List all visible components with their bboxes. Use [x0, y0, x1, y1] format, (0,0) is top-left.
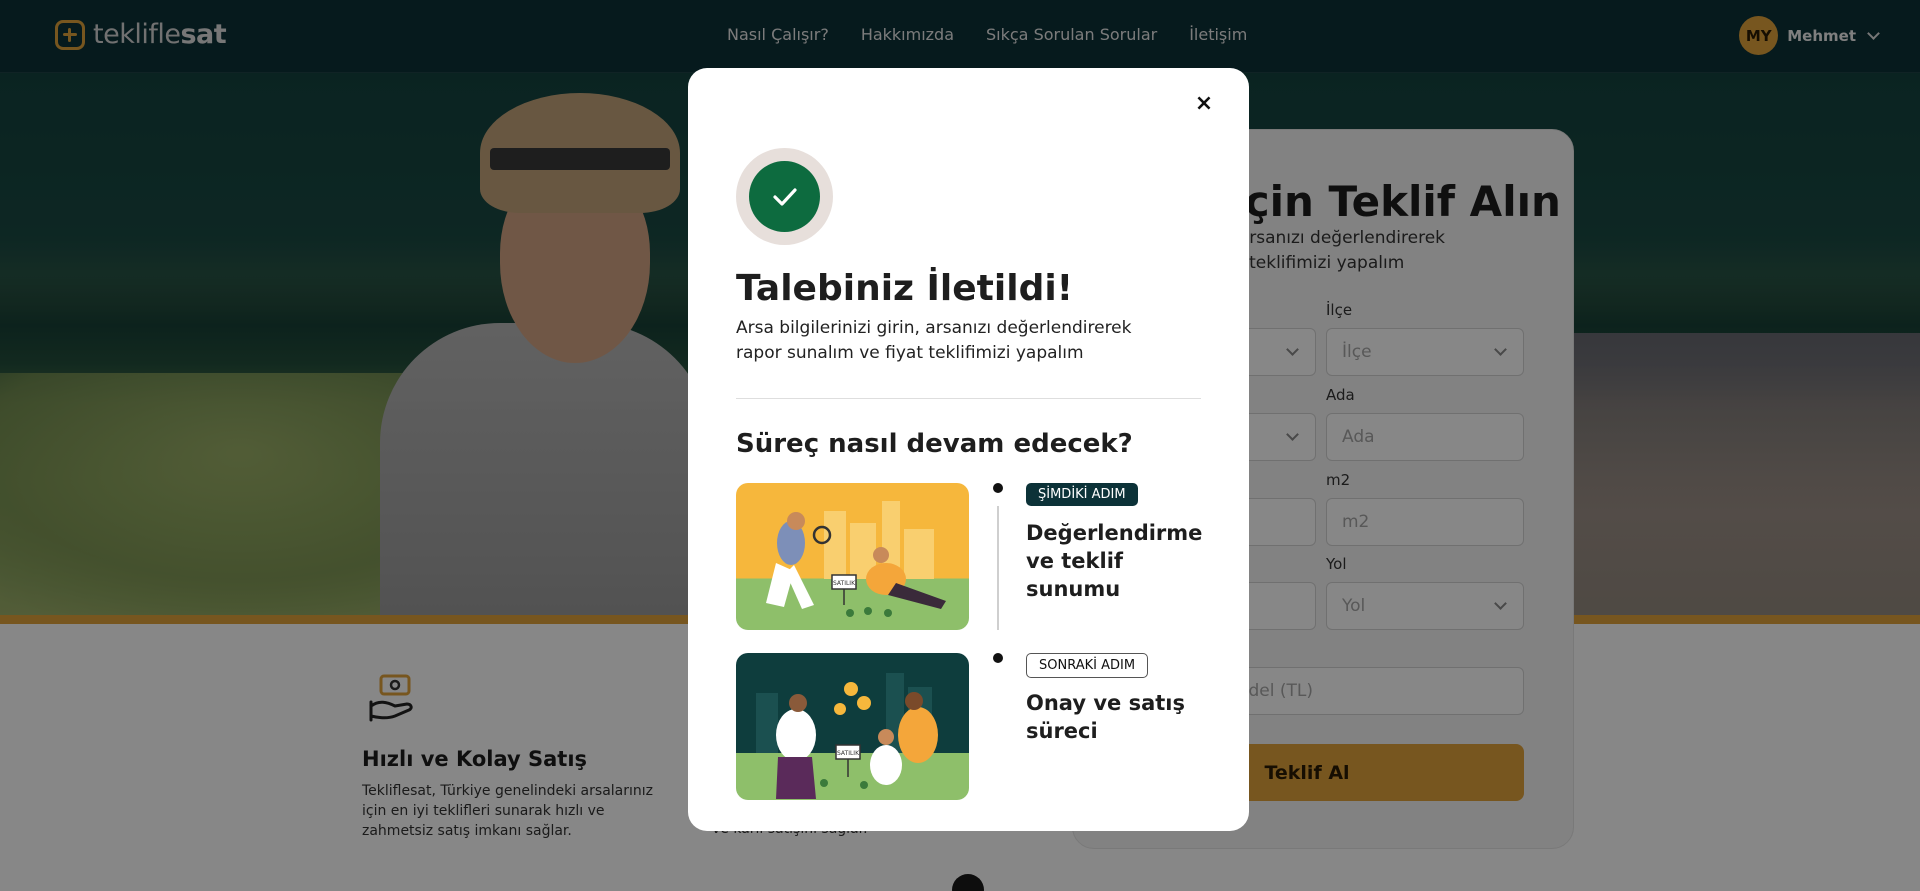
timeline-dot-next	[993, 653, 1003, 663]
timeline-dot-current	[993, 483, 1003, 493]
evaluation-illustration: SATILIK	[736, 483, 969, 630]
close-button[interactable]: ×	[1193, 93, 1215, 115]
evaluation-scene: SATILIK	[766, 501, 946, 617]
modal-divider	[736, 398, 1201, 399]
success-badge	[736, 148, 833, 245]
modal-title: Talebiniz İletildi!	[736, 268, 1074, 309]
sign-text: SATILIK	[833, 580, 856, 587]
check-icon	[749, 161, 820, 232]
next-step-title: Onay ve satış süreci	[1026, 691, 1185, 743]
next-step-badge: SONRAKİ ADIM	[1026, 653, 1149, 678]
process-title: Süreç nasıl devam edecek?	[736, 429, 1133, 459]
timeline-line	[997, 506, 999, 630]
success-modal: × Talebiniz İletildi! Arsa bilgilerinizi…	[688, 68, 1249, 831]
current-step-badge: ŞİMDİKİ ADIM	[1026, 483, 1138, 506]
modal-description: Arsa bilgilerinizi girin, arsanızı değer…	[736, 318, 1132, 363]
sign-text: SATILIK	[837, 750, 860, 757]
current-step-title: Değerlendirme ve teklif sunumu	[1026, 521, 1203, 601]
checkmark-glyph	[772, 187, 797, 206]
approval-scene: SATILIK	[756, 673, 938, 799]
approval-illustration: SATILIK	[736, 653, 969, 800]
